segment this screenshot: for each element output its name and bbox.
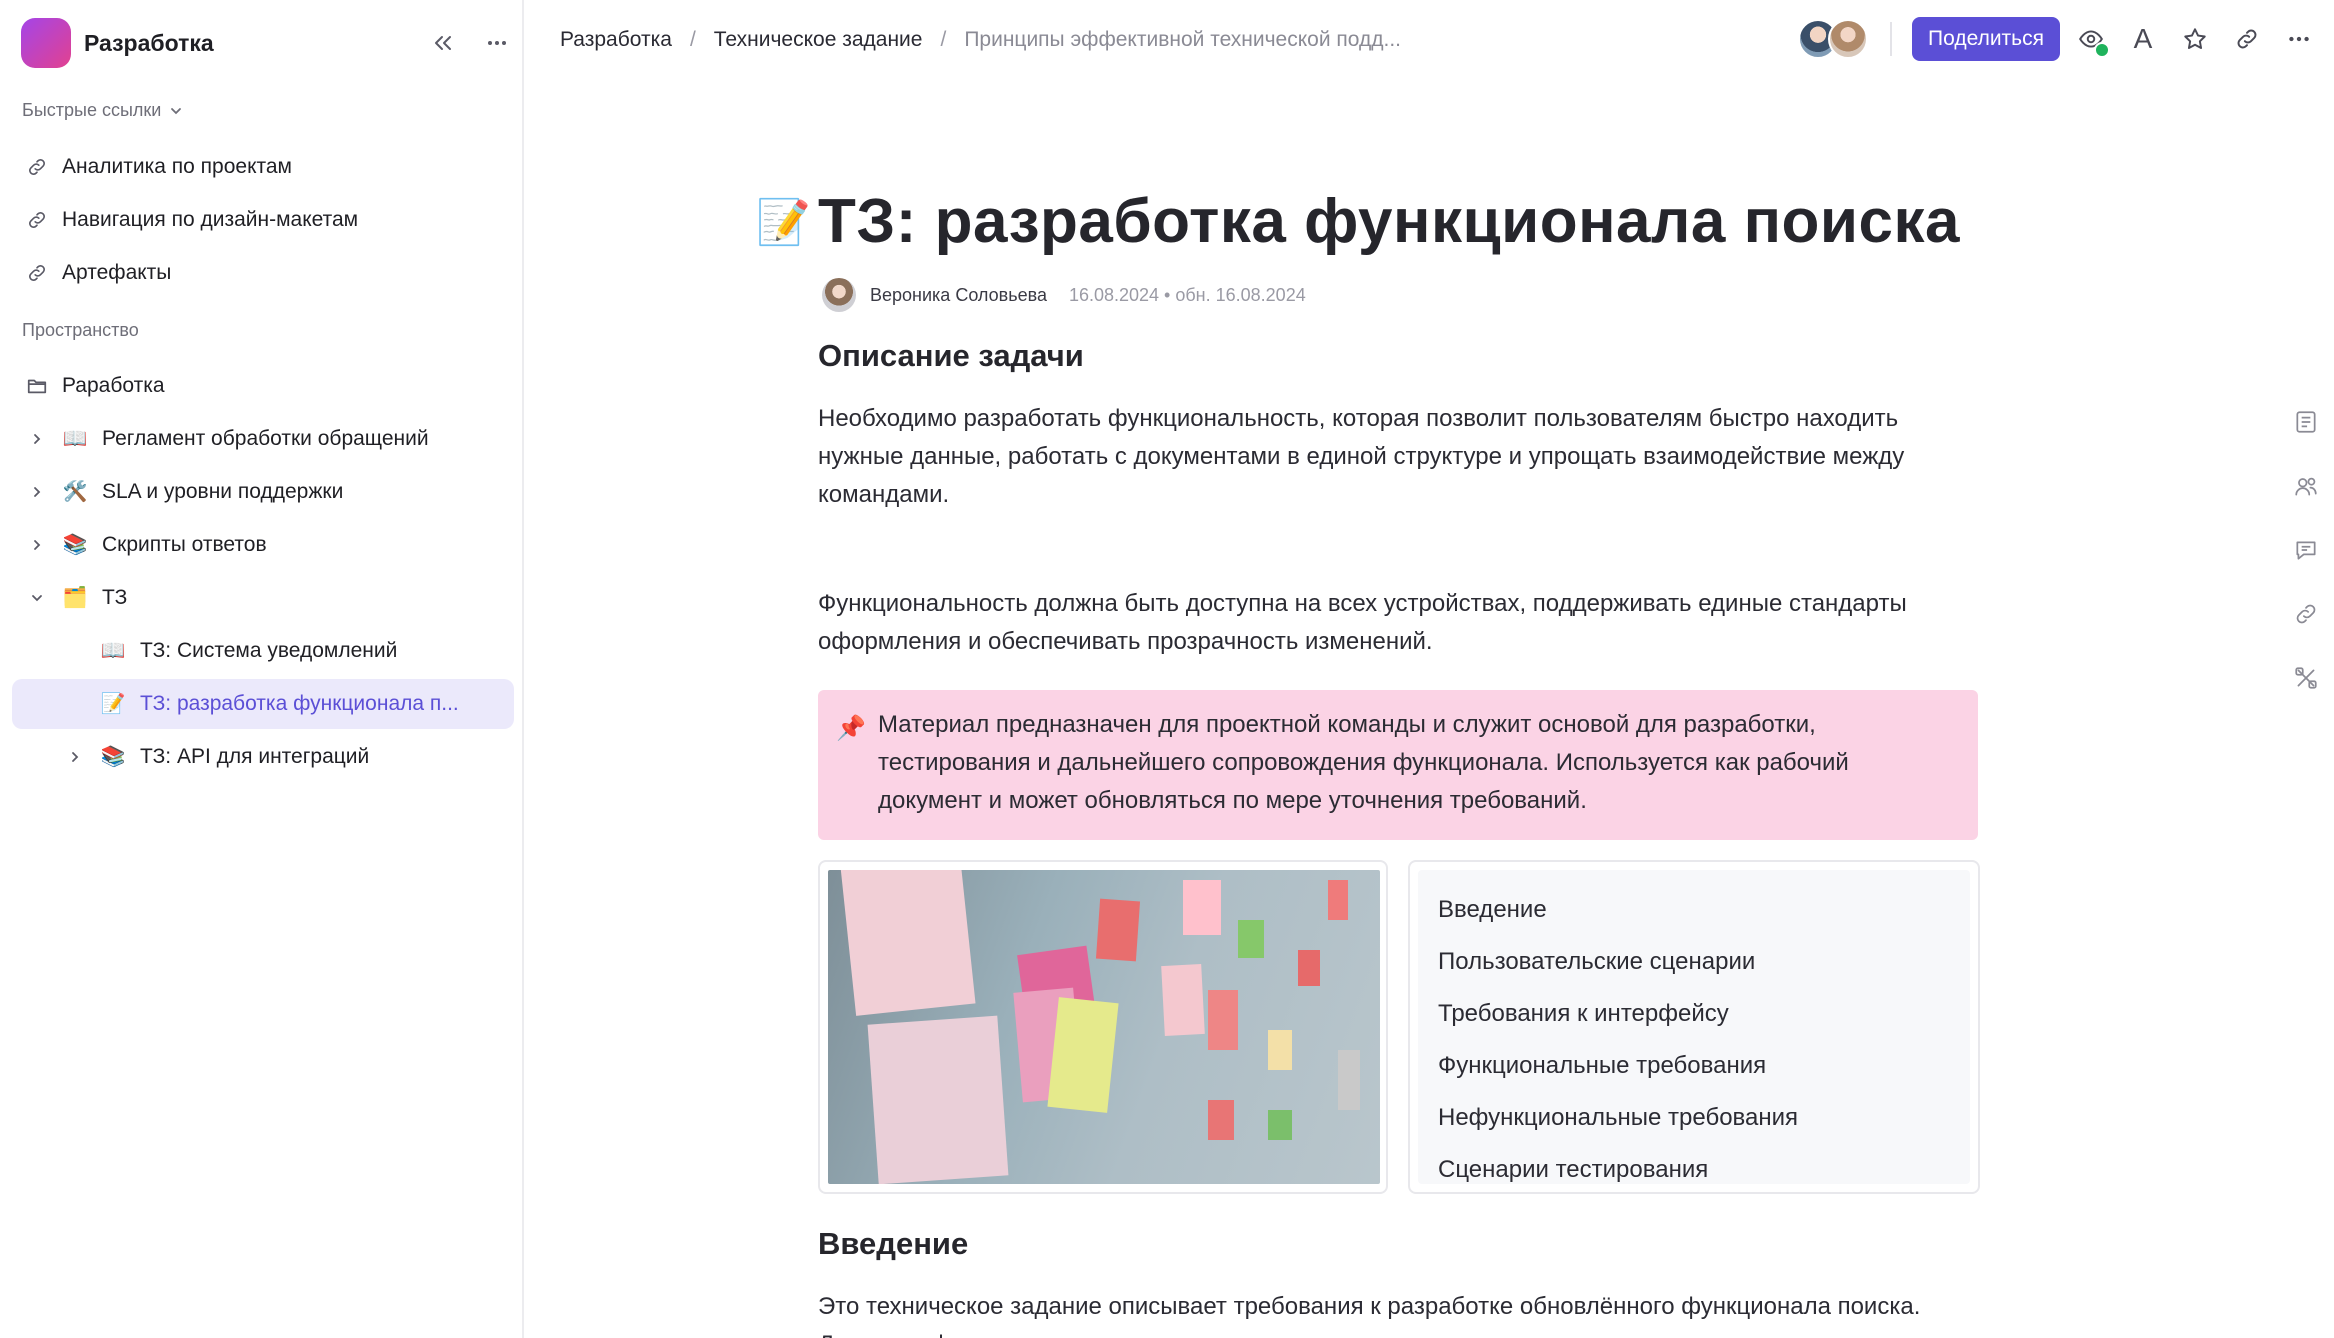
- tools-icon[interactable]: [2292, 664, 2320, 692]
- toc-item[interactable]: Сценарии тестирования: [1438, 1144, 1950, 1196]
- breadcrumb-separator: /: [940, 28, 947, 51]
- toc-item[interactable]: Функциональные требования: [1438, 1040, 1950, 1092]
- link-icon[interactable]: [2292, 600, 2320, 628]
- card-box-icon: 🗂️: [62, 587, 88, 609]
- tree-item-scripts[interactable]: 📚 Скрипты ответов: [12, 520, 514, 570]
- section-heading[interactable]: Введение: [818, 1226, 968, 1262]
- quick-link-design-nav[interactable]: Навигация по дизайн-макетам: [12, 195, 514, 245]
- paragraph[interactable]: Функциональность должна быть доступна на…: [818, 585, 1978, 661]
- table-of-contents: Введение Пользовательские сценарии Требо…: [1408, 860, 1980, 1194]
- pushpin-icon: 📌: [836, 715, 866, 742]
- divider: [1890, 22, 1893, 56]
- chevron-down-icon[interactable]: [24, 585, 50, 611]
- breadcrumb-item[interactable]: Разработка: [560, 28, 672, 52]
- avatar[interactable]: [822, 278, 856, 312]
- author-name[interactable]: Вероника Соловьева: [870, 285, 1047, 306]
- quick-link-artifacts[interactable]: Артефакты: [12, 248, 514, 298]
- share-button[interactable]: Поделиться: [1912, 17, 2060, 61]
- workspace-name: Разработка: [84, 29, 214, 56]
- workspace-logo: [21, 18, 71, 68]
- topbar-actions: Поделиться A: [1798, 16, 2314, 62]
- space-label-text: Пространство: [22, 320, 139, 340]
- tools-icon: 🛠️: [62, 481, 88, 503]
- chevron-down-icon: [171, 107, 182, 114]
- document-dates: 16.08.2024 • обн. 16.08.2024: [1068, 284, 1306, 305]
- comment-icon[interactable]: [2292, 536, 2320, 564]
- space-label: Пространство: [22, 320, 139, 341]
- tree-item-label: Регламент обработки обращений: [102, 427, 429, 450]
- more-icon[interactable]: [483, 29, 511, 57]
- tree-item-notifications[interactable]: 📖 ТЗ: Система уведомлений: [12, 626, 514, 676]
- space-root-item[interactable]: Раработка: [12, 361, 514, 411]
- paragraph[interactable]: Это техническое задание описывает требов…: [818, 1288, 1978, 1338]
- collapse-sidebar-icon[interactable]: [429, 29, 457, 57]
- memo-icon: 📝: [100, 693, 126, 715]
- toc-item[interactable]: Нефункциональные требования: [1438, 1092, 1950, 1144]
- star-icon[interactable]: [2180, 24, 2210, 54]
- book-icon: 📖: [62, 428, 88, 450]
- book-icon: 📖: [100, 640, 126, 662]
- quick-links-toggle[interactable]: Быстрые ссылки: [22, 100, 183, 121]
- link-icon: [24, 207, 50, 233]
- breadcrumb-current[interactable]: Принципы эффективной технической подд...: [964, 28, 1401, 52]
- folder-icon: [24, 373, 50, 399]
- tree-item-label: Скрипты ответов: [102, 533, 267, 556]
- sidebar: Разработка Быстрые ссылки Аналитика по п…: [0, 0, 524, 1338]
- avatar[interactable]: [1828, 19, 1869, 59]
- tree-item-api[interactable]: 📚 ТЗ: API для интеграций: [12, 732, 514, 782]
- tree-item-search-spec[interactable]: 📝 ТЗ: разработка функционала п...: [12, 679, 514, 729]
- status-badge: [2094, 42, 2110, 58]
- more-icon[interactable]: [2284, 24, 2314, 54]
- books-icon: 📚: [100, 746, 126, 768]
- chevron-right-icon[interactable]: [24, 479, 50, 505]
- quick-link-label: Артефакты: [62, 261, 172, 284]
- font-settings-icon[interactable]: A: [2128, 24, 2158, 54]
- right-rail: [2286, 408, 2326, 692]
- link-icon[interactable]: [2232, 24, 2262, 54]
- eye-icon[interactable]: [2076, 24, 2110, 58]
- space-root-label: Раработка: [62, 374, 165, 397]
- link-icon: [24, 154, 50, 180]
- collaborators[interactable]: [1798, 19, 1869, 59]
- toc-item[interactable]: Требования к интерфейсу: [1438, 988, 1950, 1040]
- workspace-header[interactable]: Разработка: [21, 18, 511, 68]
- paragraph[interactable]: Необходимо разработать функциональность,…: [818, 400, 1978, 514]
- quick-link-analytics[interactable]: Аналитика по проектам: [12, 142, 514, 192]
- tree-item-sla[interactable]: 🛠️ SLA и уровни поддержки: [12, 467, 514, 517]
- quick-links-label: Быстрые ссылки: [22, 100, 162, 120]
- sticky-notes-image: [828, 870, 1380, 1184]
- books-icon: 📚: [62, 534, 88, 556]
- page-title[interactable]: ТЗ: разработка функционала поиска: [818, 186, 1960, 257]
- toc-item[interactable]: Пользовательские сценарии: [1438, 936, 1950, 988]
- table-of-contents-icon[interactable]: [2292, 408, 2320, 436]
- tree-item-label: ТЗ: разработка функционала п...: [140, 692, 459, 715]
- breadcrumb-separator: /: [689, 28, 696, 51]
- breadcrumb: Разработка / Техническое задание / Принц…: [560, 22, 1401, 58]
- section-heading[interactable]: Описание задачи: [818, 338, 1084, 374]
- breadcrumb-item[interactable]: Техническое задание: [714, 28, 923, 52]
- tree-item-label: ТЗ: [102, 586, 128, 609]
- users-icon[interactable]: [2292, 472, 2320, 500]
- tree-item-reglament[interactable]: 📖 Регламент обработки обращений: [12, 414, 514, 464]
- link-icon: [24, 260, 50, 286]
- callout-text[interactable]: Материал предназначен для проектной кома…: [878, 706, 1958, 820]
- image-card[interactable]: [818, 860, 1388, 1194]
- callout[interactable]: 📌 Материал предназначен для проектной ко…: [818, 690, 1978, 840]
- tree-item-label: ТЗ: Система уведомлений: [140, 639, 398, 662]
- tree-item-label: ТЗ: API для интеграций: [140, 745, 370, 768]
- quick-link-label: Аналитика по проектам: [62, 155, 292, 178]
- tree-item-tz[interactable]: 🗂️ ТЗ: [12, 573, 514, 623]
- toc-item[interactable]: Введение: [1438, 884, 1950, 936]
- chevron-right-icon[interactable]: [24, 532, 50, 558]
- quick-link-label: Навигация по дизайн-макетам: [62, 208, 359, 231]
- memo-icon[interactable]: 📝: [756, 196, 811, 248]
- chevron-right-icon[interactable]: [24, 426, 50, 452]
- title-row: 📝 ТЗ: разработка функционала поиска: [756, 186, 1960, 257]
- chevron-right-icon[interactable]: [62, 744, 88, 770]
- tree-item-label: SLA и уровни поддержки: [102, 480, 344, 503]
- document-meta: Вероника Соловьева 16.08.2024 • обн. 16.…: [822, 278, 1306, 312]
